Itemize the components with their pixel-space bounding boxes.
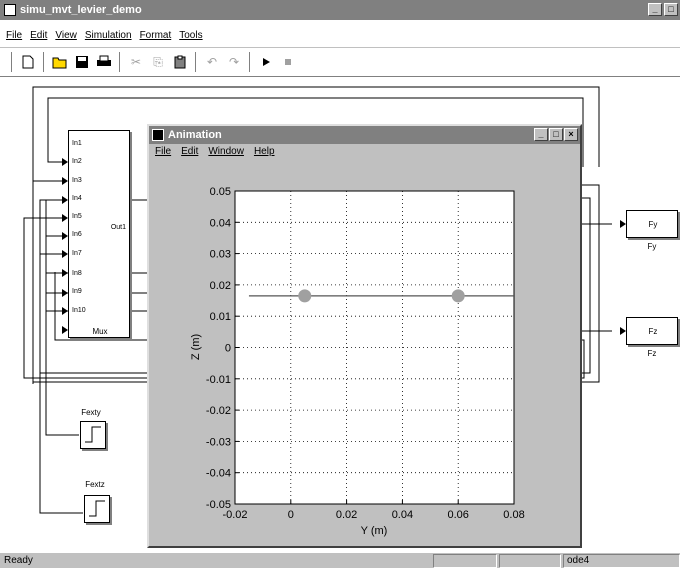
menu-file[interactable]: File: [6, 30, 22, 46]
solver-name: ode4: [567, 555, 590, 566]
fy-block-label: Fy: [648, 220, 658, 229]
y-tick-label: -0.05: [206, 499, 231, 511]
status-cell: [499, 554, 561, 568]
menu-view[interactable]: View: [55, 30, 77, 46]
y-tick-label: 0: [225, 343, 231, 355]
y-tick-label: -0.04: [206, 468, 231, 480]
undo-icon[interactable]: ↶: [202, 52, 222, 72]
y-tick-label: 0.01: [210, 311, 231, 323]
copy-icon[interactable]: ⎘: [148, 52, 168, 72]
fy-block-name: Fy: [647, 242, 657, 251]
animation-window[interactable]: Animation _ □ × File Edit Window Help -0…: [147, 124, 582, 548]
mux-input-label: In4: [72, 195, 82, 202]
open-icon[interactable]: [50, 52, 70, 72]
plot-area: [234, 190, 515, 505]
fextz-block-name: Fextz: [85, 480, 105, 489]
x-axis-label: Y (m): [361, 525, 388, 537]
y-tick-label: 0.03: [210, 249, 231, 261]
status-bar: Ready ode4: [0, 552, 680, 568]
save-icon[interactable]: [72, 52, 92, 72]
play-icon[interactable]: [256, 52, 276, 72]
toolbar-separator: [249, 52, 251, 72]
y-tick-label: -0.02: [206, 405, 231, 417]
y-tick-label: -0.03: [206, 436, 231, 448]
x-tick-label: 0.02: [336, 509, 357, 521]
mux-input-label: In2: [72, 158, 82, 165]
menu-tools[interactable]: Tools: [179, 30, 202, 46]
status-text: Ready: [4, 555, 33, 566]
toolbar-separator: [11, 52, 13, 72]
menu-edit[interactable]: Edit: [30, 30, 47, 46]
y-tick-label: -0.01: [206, 374, 231, 386]
step-icon: [85, 426, 101, 443]
x-tick-label: 0.08: [503, 509, 524, 521]
fz-block-name: Fz: [647, 349, 657, 358]
redo-icon[interactable]: ↷: [224, 52, 244, 72]
fextz-block[interactable]: [84, 495, 110, 523]
mux-input-label: In10: [72, 307, 86, 314]
cut-icon[interactable]: ✂: [126, 52, 146, 72]
window-controls: _ □: [648, 3, 678, 16]
mux-input-label: In9: [72, 288, 82, 295]
status-cell: [433, 554, 497, 568]
mux-input-label: In1: [72, 140, 82, 147]
y-axis-label: Z (m): [190, 334, 202, 360]
mux-output-label: Out1: [110, 224, 126, 231]
window-title: simu_mvt_levier_demo: [20, 4, 142, 16]
menubar: File Edit View Simulation Format Tools: [0, 30, 680, 46]
step-icon: [89, 500, 105, 517]
solver-status: ode4: [563, 554, 680, 568]
mux-input-label: In7: [72, 250, 82, 257]
mux-input-label: In5: [72, 213, 82, 220]
x-tick-label: 0: [288, 509, 294, 521]
fexty-block[interactable]: [80, 421, 106, 449]
mux-input-label: In6: [72, 231, 82, 238]
x-tick-label: 0.06: [447, 509, 468, 521]
window-title-bar: simu_mvt_levier_demo _ □: [0, 0, 680, 20]
toolbar-separator: [43, 52, 45, 72]
y-tick-label: 0.04: [210, 217, 231, 229]
fz-block-label: Fz: [648, 327, 658, 336]
mux-block[interactable]: In1 In2 In3 In4 In5 In6 In7 In8 In9 In10…: [68, 130, 130, 338]
lever-point: [298, 289, 312, 303]
simulink-app-icon: [4, 4, 16, 16]
animation-plot: -0.02 0 0.02 0.04 0.06 0.08 0.05 0.04 0.03 0.02 0.…: [190, 186, 525, 537]
mux-input-label: In3: [72, 177, 82, 184]
new-icon[interactable]: [18, 52, 38, 72]
stop-icon[interactable]: [278, 52, 298, 72]
y-tick-label: 0.02: [210, 280, 231, 292]
menu-simulation[interactable]: Simulation: [85, 30, 132, 46]
mux-input-label: In8: [72, 270, 82, 277]
y-tick-label: 0.05: [210, 186, 231, 198]
maximize-button[interactable]: □: [664, 3, 678, 16]
toolbar: ✂ ⎘ ↶ ↷: [0, 47, 680, 77]
lever-point: [451, 289, 465, 303]
print-icon[interactable]: [94, 52, 114, 72]
minimize-button[interactable]: _: [648, 3, 662, 16]
fy-block[interactable]: Fy: [626, 210, 678, 238]
paste-icon[interactable]: [170, 52, 190, 72]
mux-block-name: Mux: [92, 327, 108, 336]
fz-block[interactable]: Fz: [626, 317, 678, 345]
menu-format[interactable]: Format: [140, 30, 172, 46]
toolbar-separator: [119, 52, 121, 72]
x-tick-label: 0.04: [392, 509, 413, 521]
toolbar-separator: [195, 52, 197, 72]
fexty-block-name: Fexty: [81, 408, 101, 417]
